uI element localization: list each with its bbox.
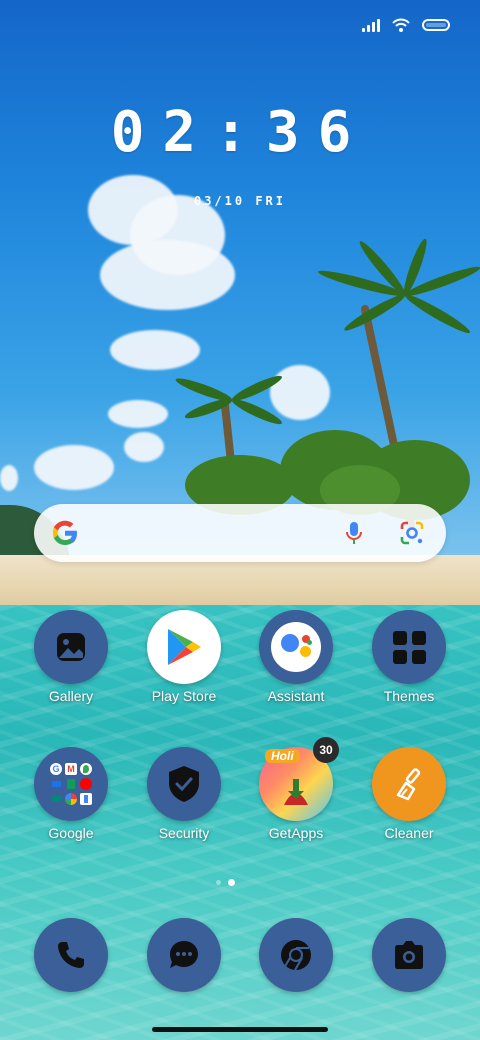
gesture-home-bar[interactable] [152,1027,328,1032]
google-search-bar[interactable] [34,504,446,562]
app-security[interactable]: Security [129,747,239,841]
clock-time: 02:36 [110,100,370,165]
dock-camera[interactable] [354,918,464,992]
chrome-icon [259,918,333,992]
app-label: Themes [383,688,435,704]
dock-chrome[interactable] [241,918,351,992]
app-google-folder[interactable]: G M Google [16,747,126,841]
app-getapps[interactable]: Holi 30 GetApps [241,737,351,841]
app-label: Google [48,825,94,841]
google-folder-icon: G M [34,747,108,821]
cleaner-brush-icon [372,747,446,821]
security-shield-icon [147,747,221,821]
google-g-icon [53,520,77,545]
app-label: Cleaner [384,825,434,841]
app-label: Security [158,825,210,841]
google-lens-icon[interactable] [398,519,426,547]
play-store-icon [147,610,221,684]
notification-badge: 30 [313,737,339,763]
app-assistant[interactable]: Assistant [241,610,351,704]
signal-icon [362,18,380,32]
camera-icon [372,918,446,992]
status-bar [362,18,450,32]
page-indicator-active [228,879,235,886]
clock-date: 03/10 FRI [193,194,287,208]
app-themes[interactable]: Themes [354,610,464,704]
assistant-icon [259,610,333,684]
dock-messages[interactable] [129,918,239,992]
battery-icon [422,19,450,31]
messages-icon [147,918,221,992]
app-label: Assistant [267,688,325,704]
app-label: GetApps [268,825,324,841]
app-cleaner[interactable]: Cleaner [354,747,464,841]
gallery-icon [34,610,108,684]
app-play-store[interactable]: Play Store [129,610,239,704]
getapps-icon: Holi 30 [259,737,339,821]
themes-icon [372,610,446,684]
page-indicator-inactive [216,880,221,885]
app-gallery[interactable]: Gallery [16,610,126,704]
app-label: Play Store [151,688,217,704]
getapps-banner: Holi [265,749,300,763]
app-label: Gallery [48,688,94,704]
phone-icon [34,918,108,992]
mic-icon[interactable] [340,519,368,547]
dock-phone[interactable] [16,918,126,992]
wifi-icon [392,18,410,32]
